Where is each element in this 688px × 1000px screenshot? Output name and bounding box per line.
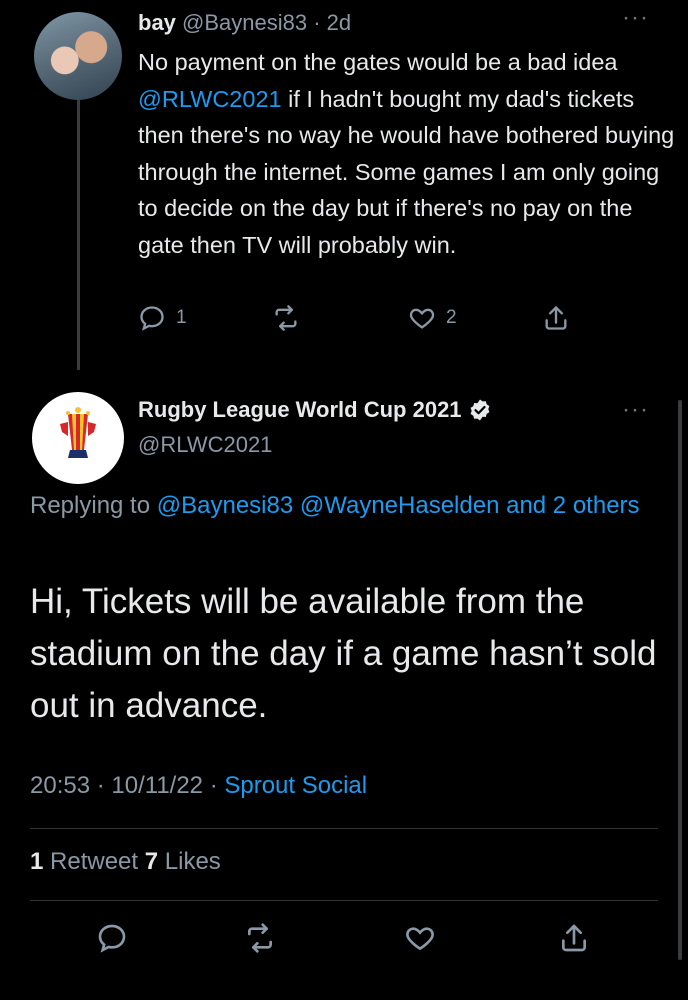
world-cup-trophy-icon — [60, 407, 96, 458]
more-horizontal-icon[interactable]: ··· — [622, 4, 649, 32]
display-name[interactable]: Rugby League World Cup 2021 — [138, 397, 462, 423]
reply-tweet-header: bay @Baynesi83 · 2d — [138, 10, 351, 36]
handle-and-time[interactable]: @Baynesi83 · 2d — [182, 10, 351, 35]
tweet-time-date[interactable]: 20:53 · 10/11/22 · — [30, 772, 224, 799]
divider — [30, 828, 658, 829]
reply-icon — [140, 306, 164, 331]
main-tweet-actions — [0, 918, 688, 958]
mention-link[interactable]: @RLWC2021 — [138, 86, 282, 112]
reply-count: 1 — [176, 307, 187, 328]
share-icon — [562, 924, 586, 952]
retweet-button[interactable] — [244, 922, 276, 954]
reply-tweet-actions: 1 2 — [138, 302, 578, 338]
reply-tweet-text: No payment on the gates would be a bad i… — [138, 44, 678, 263]
verified-badge-icon — [470, 399, 489, 421]
avatar[interactable] — [34, 12, 122, 100]
heart-icon — [409, 308, 435, 329]
engagement-stats: 1 Retweet 7 Likes — [30, 848, 221, 876]
retweet-icon — [275, 305, 297, 331]
like-count: 2 — [446, 307, 457, 328]
reply-button[interactable] — [96, 922, 128, 954]
replying-to-line: Replying to @Baynesi83 @WayneHaselden an… — [30, 487, 650, 525]
main-tweet-header: Rugby League World Cup 2021 — [138, 397, 492, 423]
retweet-count[interactable]: 1 — [30, 848, 43, 875]
display-name[interactable]: bay — [138, 10, 176, 35]
share-icon — [545, 306, 567, 330]
like-button[interactable] — [404, 922, 436, 954]
reply-icon — [98, 924, 126, 953]
retweet-label[interactable]: Retweet — [43, 848, 144, 875]
handle[interactable]: @RLWC2021 — [138, 432, 272, 458]
like-count[interactable]: 7 — [145, 848, 158, 875]
more-horizontal-icon[interactable]: ··· — [622, 396, 649, 424]
rlwc-logo-avatar[interactable] — [32, 392, 124, 484]
tweet-source-link[interactable]: Sprout Social — [224, 772, 367, 799]
tweet-meta: 20:53 · 10/11/22 · Sprout Social — [30, 772, 367, 800]
replying-prefix: Replying to — [30, 492, 157, 519]
thread-connector-line — [77, 100, 80, 370]
retweet-icon — [248, 923, 272, 953]
like-button[interactable]: 2 — [408, 304, 457, 332]
replying-users-link[interactable]: @Baynesi83 @WayneHaselden and 2 others — [157, 492, 640, 519]
share-button[interactable] — [558, 922, 590, 954]
tweet-text-part: No payment on the gates would be a bad i… — [138, 49, 618, 75]
reply-button[interactable]: 1 — [138, 304, 187, 332]
scrollbar[interactable] — [678, 400, 682, 960]
like-label[interactable]: Likes — [158, 848, 221, 875]
heart-icon — [406, 927, 434, 951]
main-tweet-text: Hi, Tickets will be available from the s… — [30, 582, 657, 725]
retweet-button[interactable] — [272, 304, 300, 332]
share-button[interactable] — [542, 304, 570, 332]
divider — [30, 900, 658, 901]
